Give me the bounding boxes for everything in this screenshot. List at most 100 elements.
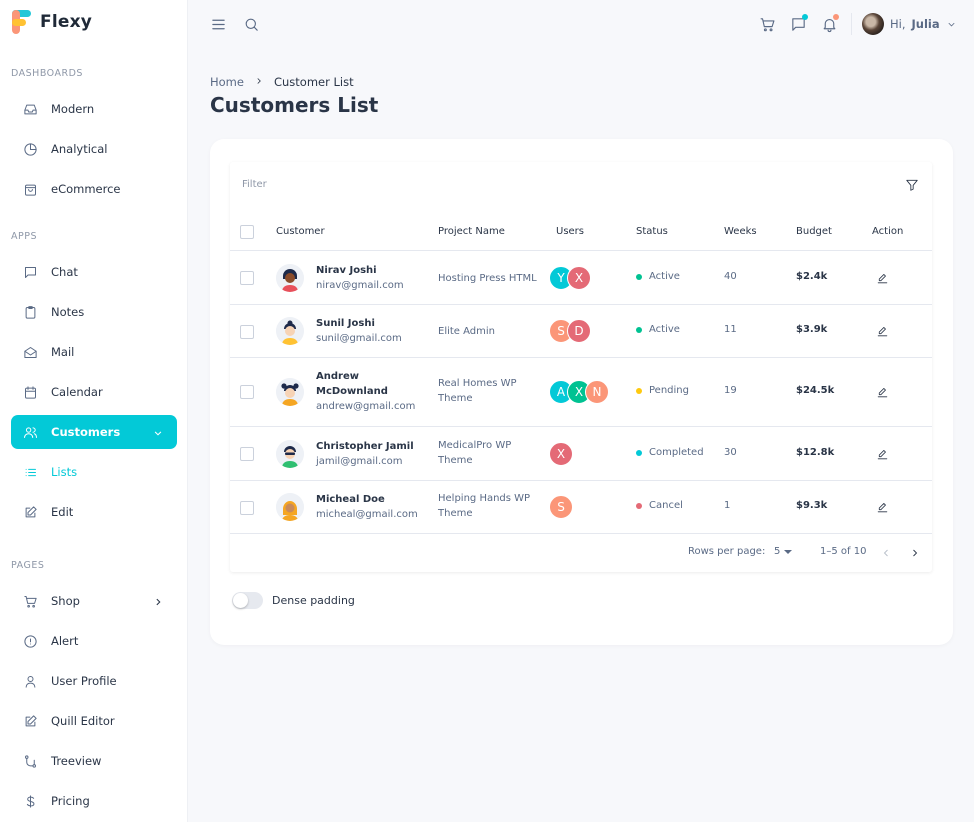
sidebar-item-alert[interactable]: Alert (11, 624, 177, 658)
edit-icon[interactable] (876, 323, 890, 337)
table-row[interactable]: Nirav Joshi nirav@gmail.com Hosting Pres… (230, 251, 932, 305)
column-budget[interactable]: Budget (796, 226, 832, 237)
column-project[interactable]: Project Name (438, 226, 505, 237)
sidebar-item-label: Pricing (51, 794, 90, 808)
page-title: Customers List (210, 93, 379, 117)
table-row[interactable]: Micheal Doe micheal@gmail.com Helping Ha… (230, 481, 932, 534)
sidebar-item-shop[interactable]: Shop (11, 584, 177, 618)
select-all-checkbox[interactable] (240, 225, 254, 239)
dense-padding-toggle[interactable] (232, 592, 263, 609)
customer-name: Micheal Doe (316, 494, 385, 505)
edit-icon[interactable] (876, 446, 890, 460)
messages-icon[interactable] (788, 14, 808, 34)
sidebar-item-ecommerce[interactable]: eCommerce (11, 172, 177, 206)
edit-icon[interactable] (876, 384, 890, 398)
chevron-down-icon (946, 15, 957, 34)
message-icon (20, 262, 40, 282)
caret-down-icon (784, 549, 793, 554)
git-branch-icon (20, 751, 40, 771)
filter-icon[interactable] (905, 177, 921, 193)
status-text: Active (649, 324, 680, 335)
chevron-right-icon (151, 594, 165, 608)
row-checkbox[interactable] (240, 325, 254, 339)
edit-icon[interactable] (876, 270, 890, 284)
sidebar-item-label: Mail (51, 345, 75, 359)
sidebar-item-mail[interactable]: Mail (11, 335, 177, 369)
user-avatar: S (549, 495, 573, 519)
sidebar-item-label: Edit (51, 505, 74, 519)
table-row[interactable]: Christopher Jamil jamil@gmail.com Medica… (230, 427, 932, 481)
app-name: Flexy (40, 12, 93, 32)
menu-icon[interactable] (208, 14, 228, 34)
chevron-right-icon (254, 75, 264, 89)
sidebar-item-pricing[interactable]: Pricing (11, 784, 177, 818)
sidebar-item-calendar[interactable]: Calendar (11, 375, 177, 409)
search-icon[interactable] (241, 14, 261, 34)
customer-email: jamil@gmail.com (316, 456, 403, 467)
user-name: Julia (911, 17, 940, 31)
customer-email: sunil@gmail.com (316, 333, 402, 344)
status-dot (636, 326, 642, 333)
sidebar-item-notes[interactable]: Notes (11, 295, 177, 329)
sidebar-item-edit[interactable]: Edit (11, 495, 177, 529)
status-dot (636, 387, 642, 394)
sidebar-item-quill-editor[interactable]: Quill Editor (11, 704, 177, 738)
app-logo[interactable]: Flexy (12, 10, 92, 34)
sidebar-item-lists[interactable]: Lists (11, 455, 177, 489)
table-row[interactable]: Sunil Joshi sunil@gmail.com Elite Admin … (230, 305, 932, 358)
breadcrumb-home[interactable]: Home (210, 75, 244, 89)
customer-name: Sunil Joshi (316, 318, 375, 329)
status-badge: Cancel (636, 500, 683, 511)
column-users[interactable]: Users (556, 226, 584, 237)
customers-card: Filter Customer Project Name Users Statu… (210, 139, 953, 645)
row-checkbox[interactable] (240, 447, 254, 461)
sidebar-item-customers[interactable]: Customers (11, 415, 177, 449)
cart-icon[interactable] (757, 14, 777, 34)
weeks-value: 40 (724, 271, 737, 282)
row-checkbox[interactable] (240, 501, 254, 515)
column-weeks[interactable]: Weeks (724, 226, 757, 237)
sidebar-item-analytical[interactable]: Analytical (11, 132, 177, 166)
budget-value: $12.8k (796, 447, 835, 458)
project-line2: Theme (438, 508, 473, 519)
rows-per-page-select[interactable]: 5 (774, 546, 793, 557)
message-dot (802, 14, 808, 20)
column-status[interactable]: Status (636, 226, 668, 237)
project-line1: Helping Hands WP (438, 493, 531, 504)
users-icon (20, 422, 40, 442)
sidebar-item-label: Analytical (51, 142, 108, 156)
pie-chart-icon (20, 139, 40, 159)
table-header: Customer Project Name Users Status Weeks… (230, 216, 932, 251)
bell-icon[interactable] (819, 14, 839, 34)
cart-icon (20, 591, 40, 611)
weeks-value: 19 (724, 385, 737, 396)
user-menu[interactable]: Hi, Julia (862, 13, 957, 35)
edit-icon[interactable] (876, 499, 890, 513)
status-dot (636, 449, 642, 456)
calendar-icon (20, 382, 40, 402)
next-page-button[interactable] (909, 544, 925, 560)
customer-name-line2: McDownland (316, 386, 388, 397)
breadcrumb-current: Customer List (273, 75, 354, 89)
mail-open-icon (20, 342, 40, 362)
row-checkbox[interactable] (240, 271, 254, 285)
section-dashboards: DASHBOARDS (11, 68, 83, 79)
column-customer[interactable]: Customer (276, 226, 325, 237)
table-row[interactable]: Andrew McDownland andrew@gmail.com Real H… (230, 358, 932, 427)
budget-value: $24.5k (796, 385, 835, 396)
sidebar-item-user-profile[interactable]: User Profile (11, 664, 177, 698)
sidebar-item-chat[interactable]: Chat (11, 255, 177, 289)
sidebar-item-modern[interactable]: Modern (11, 92, 177, 126)
page-range: 1–5 of 10 (820, 546, 867, 557)
sidebar: Flexy DASHBOARDS Modern Analytical eComm… (0, 0, 188, 822)
prev-page-button[interactable] (880, 544, 896, 560)
budget-value: $3.9k (796, 324, 828, 335)
customer-avatar (276, 493, 304, 521)
sidebar-item-treeview[interactable]: Treeview (11, 744, 177, 778)
budget-value: $2.4k (796, 271, 828, 282)
status-badge: Pending (636, 385, 689, 396)
chevron-down-icon (151, 425, 165, 439)
customer-email: nirav@gmail.com (316, 280, 404, 291)
row-checkbox[interactable] (240, 385, 254, 399)
status-badge: Active (636, 324, 680, 335)
